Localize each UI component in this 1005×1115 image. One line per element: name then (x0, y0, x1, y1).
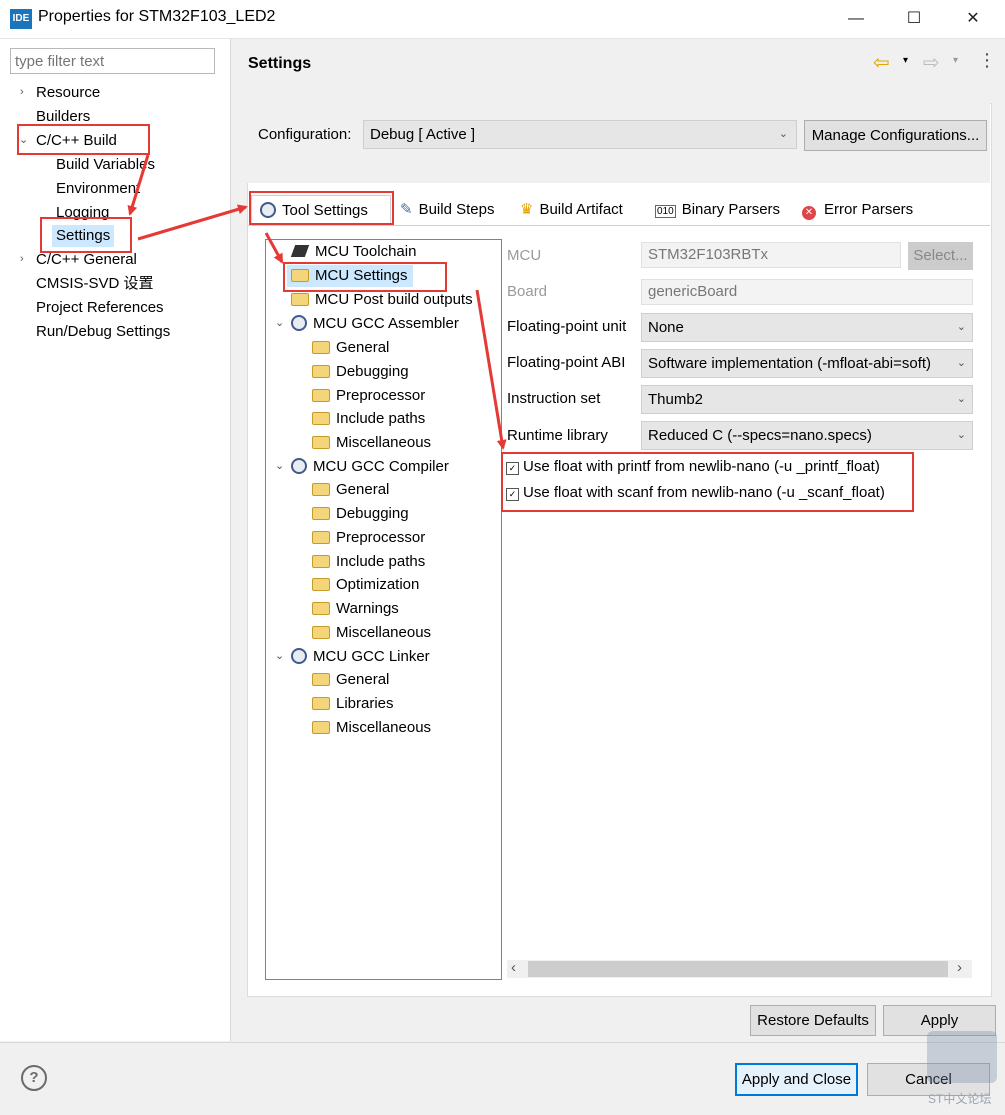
annotation-arrows (127, 154, 507, 450)
annotation-arrow (475, 289, 507, 450)
annotation-arrow (137, 204, 248, 241)
annotation-arrow (264, 232, 284, 264)
annotation-arrow (127, 154, 150, 216)
